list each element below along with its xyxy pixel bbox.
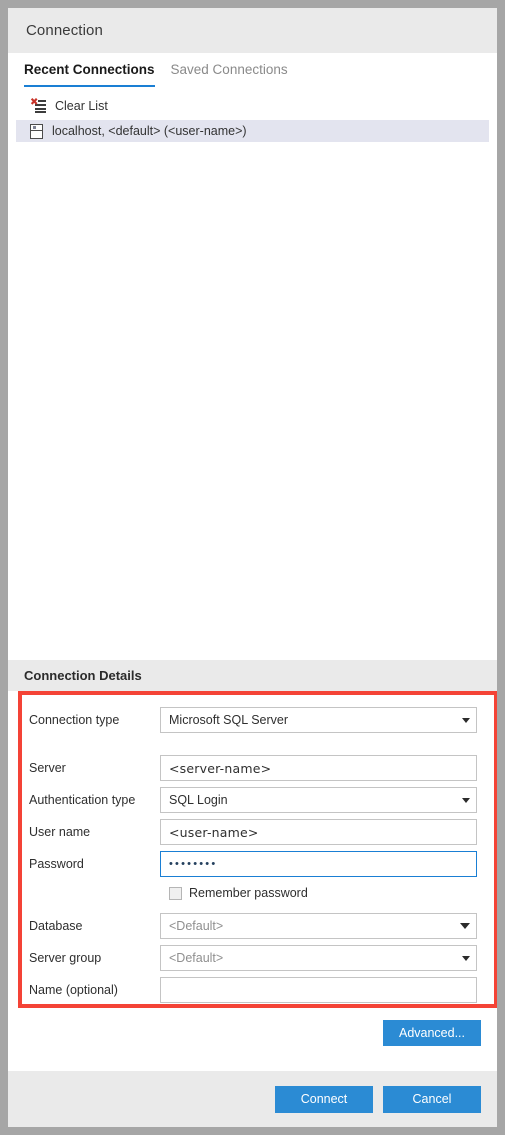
name-optional-label: Name (optional) bbox=[29, 983, 118, 997]
database-label: Database bbox=[29, 919, 83, 933]
field-user-name: User name <user-name> bbox=[20, 819, 485, 845]
user-name-input[interactable]: <user-name> bbox=[160, 819, 477, 845]
chevron-down-icon bbox=[462, 717, 470, 723]
dialog-footer: Connect Cancel bbox=[8, 1071, 497, 1127]
chevron-down-icon bbox=[460, 923, 470, 929]
user-name-value: <user-name> bbox=[169, 824, 259, 840]
field-server-group: Server group <Default> bbox=[20, 945, 485, 971]
tab-recent-connections[interactable]: Recent Connections bbox=[24, 62, 155, 87]
connection-details-form: Connection type Microsoft SQL Server Ser… bbox=[8, 691, 497, 1017]
tab-saved-connections-label: Saved Connections bbox=[170, 62, 288, 77]
server-group-dropdown[interactable]: <Default> bbox=[160, 945, 477, 971]
password-label: Password bbox=[29, 857, 84, 871]
connect-button[interactable]: Connect bbox=[275, 1085, 373, 1113]
field-database: Database <Default> bbox=[20, 913, 485, 939]
remember-password-checkbox[interactable] bbox=[169, 886, 182, 900]
tabstrip: Recent Connections Saved Connections bbox=[8, 53, 497, 87]
server-label: Server bbox=[29, 761, 66, 775]
password-input[interactable]: •••••••• bbox=[160, 851, 477, 877]
dialog-titlebar: Connection bbox=[8, 8, 497, 53]
server-icon bbox=[30, 123, 43, 139]
tab-recent-connections-label: Recent Connections bbox=[24, 62, 155, 77]
user-name-label: User name bbox=[29, 825, 91, 839]
field-name-optional: Name (optional) bbox=[20, 977, 485, 1003]
field-connection-type: Connection type Microsoft SQL Server bbox=[20, 707, 485, 733]
list-item[interactable]: localhost, <default> (<user-name>) bbox=[16, 120, 489, 142]
name-optional-input[interactable] bbox=[160, 977, 477, 1003]
server-value: <server-name> bbox=[169, 760, 272, 776]
field-authentication-type: Authentication type SQL Login bbox=[20, 787, 485, 813]
clear-list-label: Clear List bbox=[55, 99, 108, 113]
connection-type-label: Connection type bbox=[29, 713, 120, 727]
advanced-row: Advanced... bbox=[8, 1017, 497, 1071]
field-password: Password •••••••• bbox=[20, 851, 485, 877]
connection-details-title: Connection Details bbox=[24, 668, 142, 683]
server-group-value: <Default> bbox=[169, 951, 224, 965]
authentication-type-dropdown[interactable]: SQL Login bbox=[160, 787, 477, 813]
screen-background: Connection Recent Connections Saved Conn… bbox=[0, 0, 505, 1135]
connection-dialog: Connection Recent Connections Saved Conn… bbox=[8, 8, 497, 1127]
chevron-down-icon bbox=[462, 955, 470, 961]
chevron-down-icon bbox=[462, 797, 470, 803]
password-value: •••••••• bbox=[169, 858, 218, 870]
advanced-button[interactable]: Advanced... bbox=[383, 1020, 481, 1046]
server-input[interactable]: <server-name> bbox=[160, 755, 477, 781]
server-group-label: Server group bbox=[29, 951, 102, 965]
remember-password-label: Remember password bbox=[189, 886, 308, 900]
database-combobox[interactable]: <Default> bbox=[160, 913, 477, 939]
cancel-button[interactable]: Cancel bbox=[383, 1085, 481, 1113]
connection-details-header: Connection Details bbox=[8, 660, 497, 691]
list-item-label: localhost, <default> (<user-name>) bbox=[52, 124, 247, 138]
field-server: Server <server-name> bbox=[20, 755, 485, 781]
database-value: <Default> bbox=[169, 919, 224, 933]
clear-list-button[interactable]: ✖ Clear List bbox=[8, 95, 497, 117]
page-title: Connection bbox=[26, 22, 103, 39]
tab-saved-connections[interactable]: Saved Connections bbox=[171, 62, 288, 87]
authentication-type-label: Authentication type bbox=[29, 793, 136, 807]
connection-type-dropdown[interactable]: Microsoft SQL Server bbox=[160, 707, 477, 733]
remember-password-row[interactable]: Remember password bbox=[169, 883, 485, 903]
connection-type-value: Microsoft SQL Server bbox=[169, 713, 289, 727]
recent-connections-list: ✖ Clear List localhost, <default> (<user… bbox=[8, 87, 497, 660]
authentication-type-value: SQL Login bbox=[169, 793, 228, 807]
clear-list-icon: ✖ bbox=[30, 98, 46, 113]
